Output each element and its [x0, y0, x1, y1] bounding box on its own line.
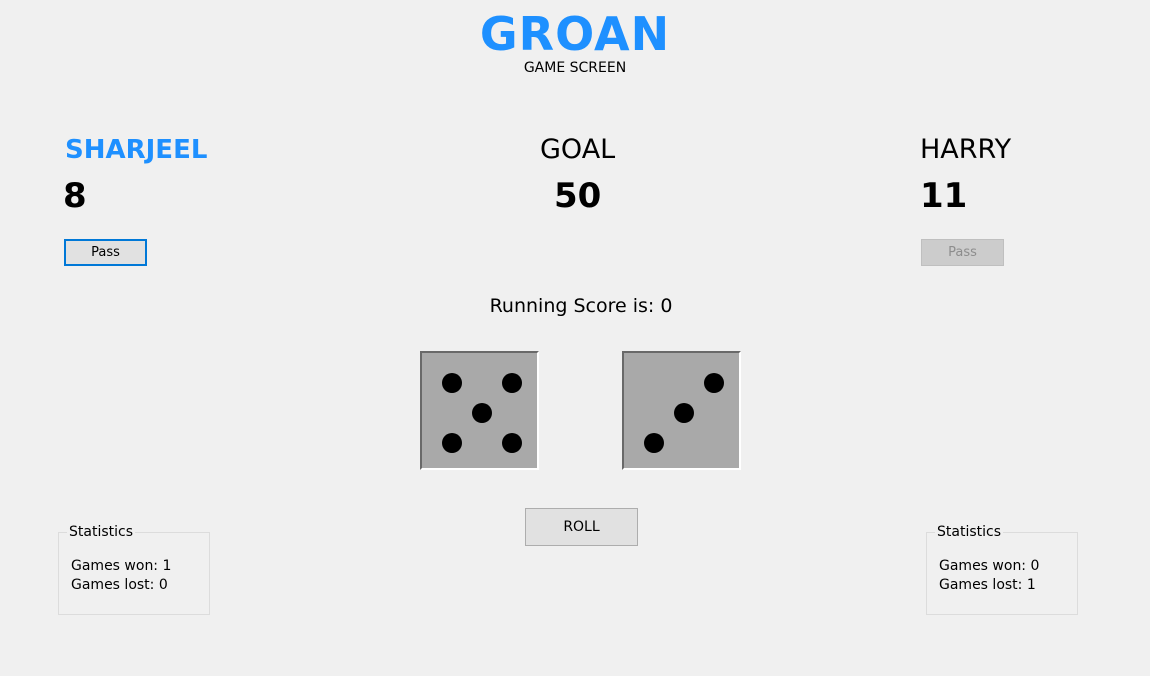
- app-subtitle: GAME SCREEN: [523, 60, 627, 76]
- player2-pass-button: Pass: [921, 239, 1004, 266]
- player1-name: SHARJEEL: [65, 135, 208, 165]
- die-pip: [502, 373, 522, 393]
- statistics-legend: Statistics: [67, 523, 135, 541]
- die-1: [420, 351, 539, 470]
- game-screen: GROAN GAME SCREEN SHARJEEL 8 Pass GOAL 5…: [0, 0, 1150, 676]
- games-lost: Games lost: 1: [939, 577, 1036, 593]
- games-lost: Games lost: 0: [71, 577, 168, 593]
- running-score: Running Score is: 0: [489, 295, 673, 317]
- player2-score: 11: [920, 176, 968, 216]
- games-won: Games won: 0: [939, 558, 1040, 574]
- player2-statistics: Statistics Games won: 0 Games lost: 1: [926, 523, 1078, 615]
- roll-button[interactable]: ROLL: [525, 508, 638, 546]
- die-pip: [502, 433, 522, 453]
- player1-pass-button[interactable]: Pass: [64, 239, 147, 266]
- die-2: [622, 351, 741, 470]
- app-title: GROAN: [479, 7, 671, 61]
- player2-name: HARRY: [920, 134, 1012, 165]
- die-pip: [472, 403, 492, 423]
- goal-value: 50: [554, 176, 602, 216]
- player1-statistics: Statistics Games won: 1 Games lost: 0: [58, 523, 210, 615]
- die-pip: [704, 373, 724, 393]
- die-pip: [442, 433, 462, 453]
- die-pip: [442, 373, 462, 393]
- goal-label: GOAL: [540, 134, 616, 165]
- die-pip: [674, 403, 694, 423]
- statistics-legend: Statistics: [935, 523, 1003, 541]
- games-won: Games won: 1: [71, 558, 172, 574]
- die-pip: [644, 433, 664, 453]
- player1-score: 8: [63, 176, 87, 216]
